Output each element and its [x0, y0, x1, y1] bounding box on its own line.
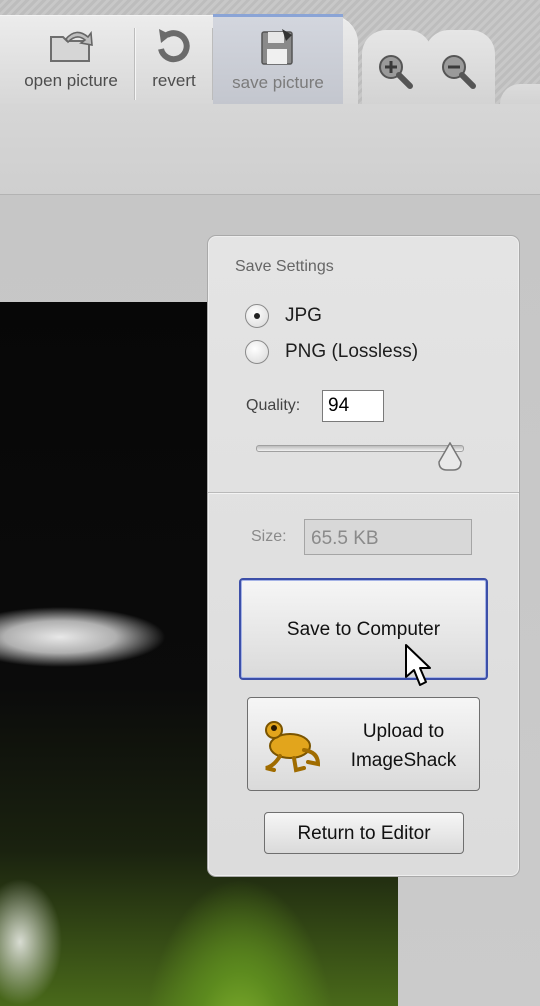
revert-button[interactable]: revert — [138, 15, 210, 103]
save-picture-button[interactable]: save picture — [213, 14, 343, 105]
jpg-radio[interactable] — [245, 304, 269, 328]
toolbar-separator — [134, 28, 135, 100]
panel-title: Save Settings — [235, 258, 334, 275]
radio-selected-dot — [254, 313, 260, 319]
zoom-in-icon — [379, 55, 413, 89]
zoom-out-icon — [442, 55, 476, 89]
folder-icon — [50, 30, 93, 62]
revert-label: revert — [152, 71, 196, 90]
return-to-editor-button[interactable]: Return to Editor — [264, 812, 464, 854]
save-to-computer-button[interactable]: Save to Computer — [239, 578, 488, 680]
size-field: 65.5 KB — [304, 519, 472, 555]
open-picture-label: open picture — [24, 71, 118, 90]
top-tab-bar: open picture revert save picture — [0, 0, 540, 105]
quality-label: Quality: — [246, 397, 301, 414]
zoom-out-button[interactable] — [425, 30, 495, 104]
quality-slider-track[interactable] — [256, 445, 464, 452]
toolbar-area — [0, 104, 540, 195]
save-picture-label: save picture — [232, 73, 324, 92]
size-label: Size: — [251, 528, 287, 545]
jpg-label: JPG — [285, 305, 322, 326]
upload-line-2: ImageShack — [350, 750, 457, 771]
extra-tab — [500, 84, 540, 104]
quality-slider-thumb[interactable] — [437, 442, 463, 472]
zoom-in-button[interactable] — [362, 30, 432, 104]
panel-divider — [208, 492, 519, 493]
open-picture-button[interactable]: open picture — [12, 15, 130, 103]
floppy-disk-icon — [261, 29, 293, 65]
quality-input[interactable] — [322, 390, 384, 422]
upload-line-1: Upload to — [362, 721, 445, 742]
save-settings-panel: Save Settings JPG PNG (Lossless) Quality… — [207, 235, 520, 877]
revert-icon — [158, 29, 190, 63]
png-label: PNG (Lossless) — [285, 341, 419, 362]
frog-icon — [265, 721, 321, 773]
png-radio[interactable] — [245, 340, 269, 364]
upload-imageshack-button[interactable]: Upload to ImageShack — [247, 697, 480, 791]
